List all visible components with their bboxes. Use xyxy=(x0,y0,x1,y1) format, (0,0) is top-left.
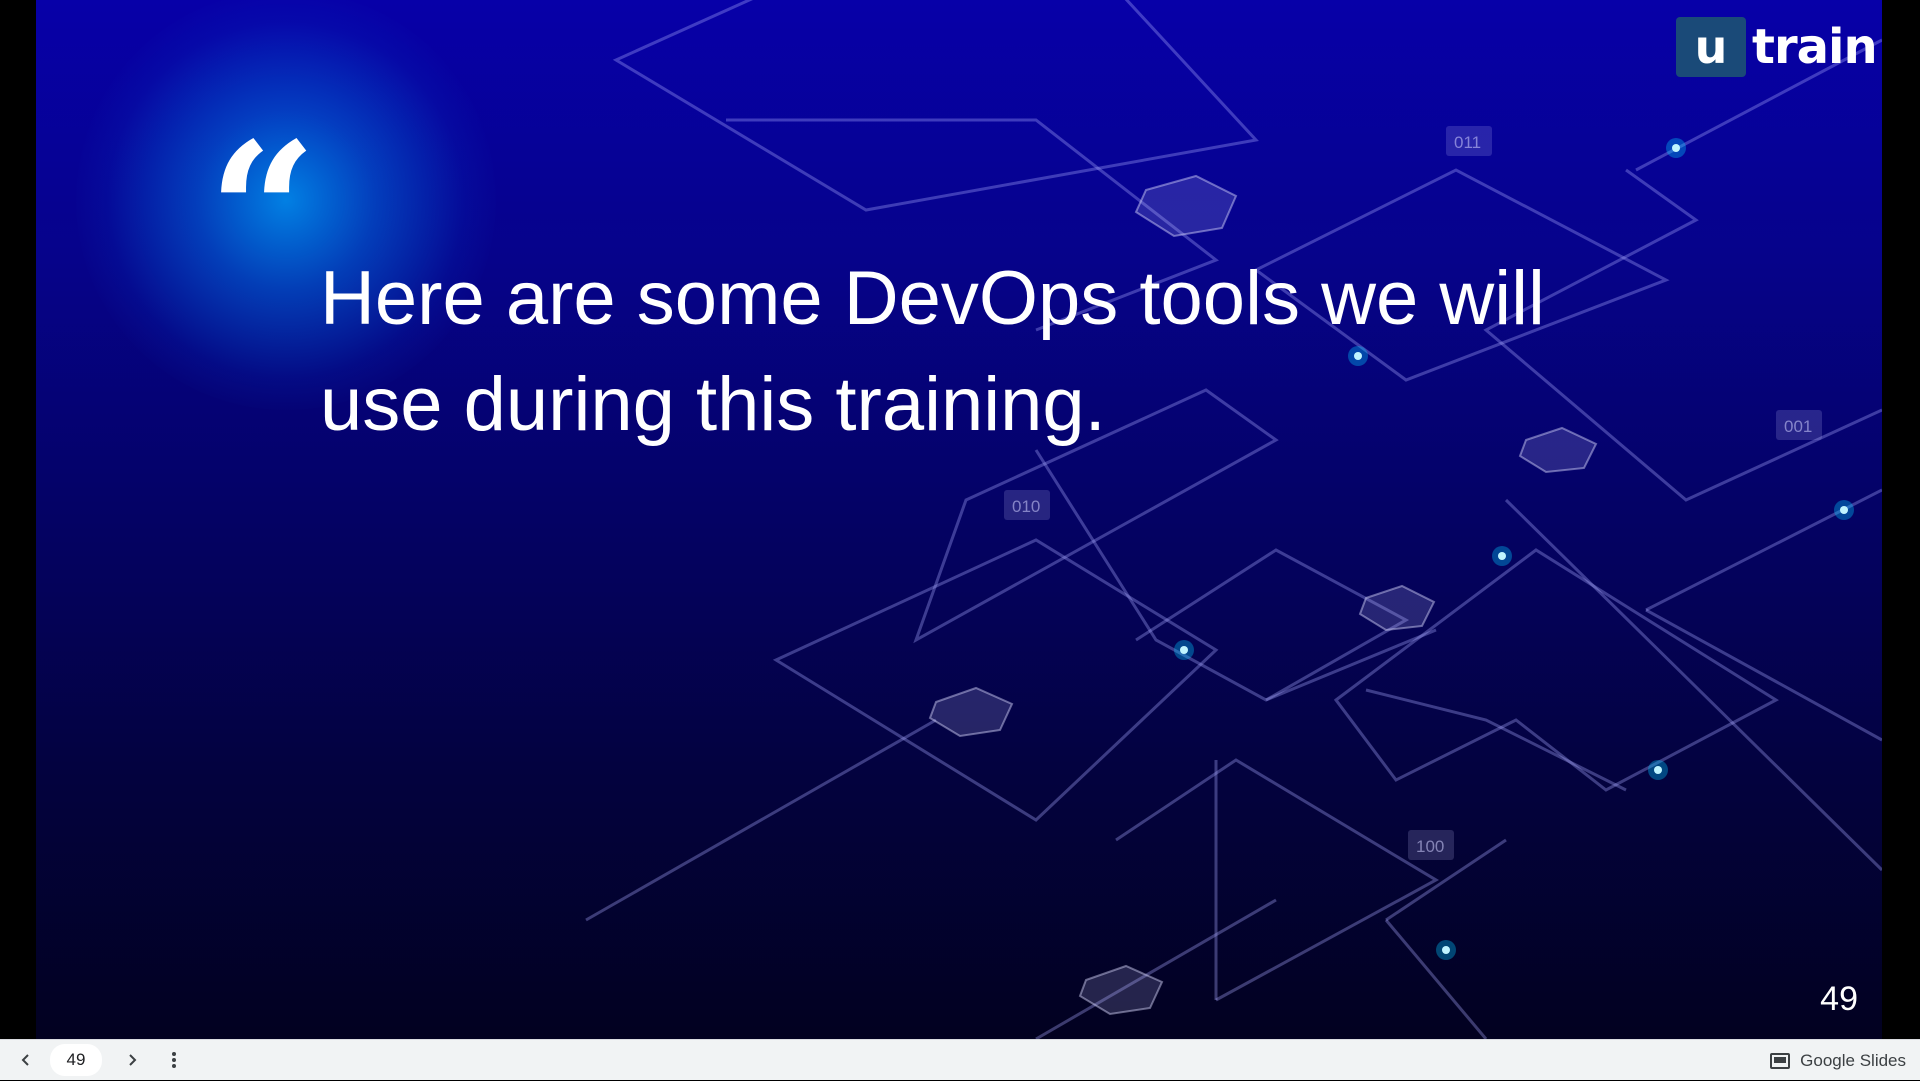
slide-quote-text: Here are some DevOps tools we will use d… xyxy=(320,256,1545,447)
google-slides-link[interactable]: Google Slides xyxy=(1770,1040,1906,1081)
more-options-button[interactable] xyxy=(160,1046,188,1074)
next-slide-button[interactable] xyxy=(118,1046,146,1074)
circuit-label: 001 xyxy=(1784,417,1812,436)
slide-canvas: 011 001 010 100 u train “ Here are some … xyxy=(36,0,1882,1039)
logo-wordmark: train xyxy=(1752,19,1878,75)
chevron-right-icon xyxy=(129,1054,137,1066)
more-vertical-icon xyxy=(172,1052,176,1068)
quote-icon: “ xyxy=(208,101,318,324)
logo-mark: u xyxy=(1676,17,1746,77)
brand-label: Google Slides xyxy=(1800,1050,1906,1070)
slide-number-input[interactable] xyxy=(50,1044,102,1076)
slide-page-number: 49 xyxy=(1820,980,1858,1018)
circuit-label: 010 xyxy=(1012,497,1040,516)
presentation-toolbar: Google Slides xyxy=(0,1039,1920,1080)
utrain-logo: u train xyxy=(1676,16,1878,78)
previous-slide-button[interactable] xyxy=(12,1046,40,1074)
circuit-label: 100 xyxy=(1416,837,1444,856)
chevron-left-icon xyxy=(21,1054,29,1066)
slides-icon xyxy=(1770,1052,1791,1069)
circuit-label: 011 xyxy=(1454,133,1481,152)
